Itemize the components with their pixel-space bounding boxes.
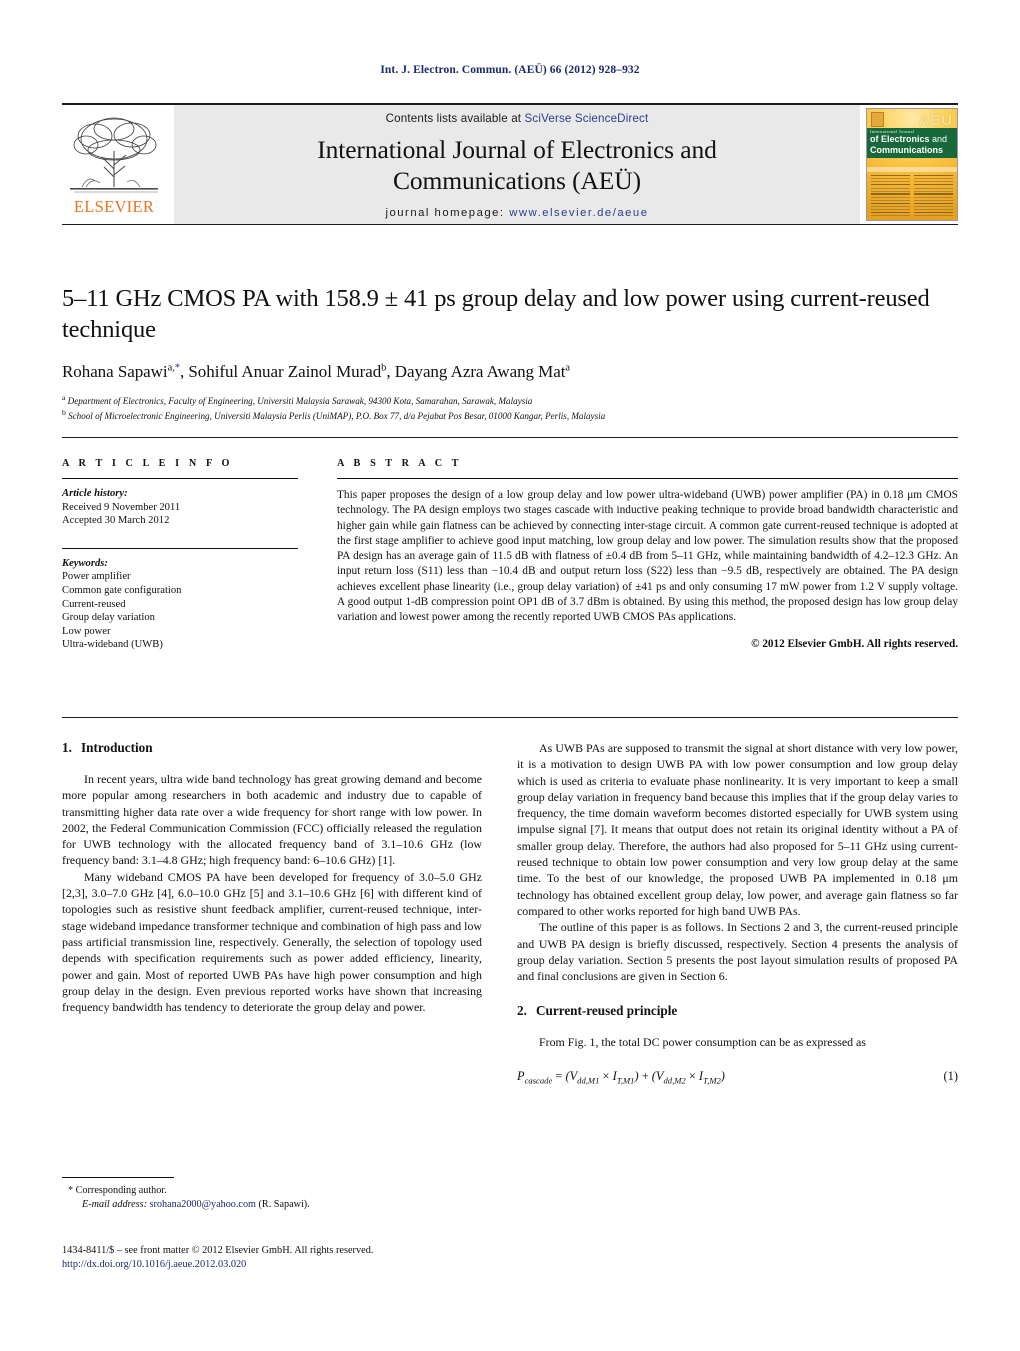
abstract-heading: A B S T R A C T — [337, 458, 463, 469]
paper-page: Int. J. Electron. Commun. (AEÜ) 66 (2012… — [0, 0, 1020, 1351]
affiliation-mark: a — [62, 393, 66, 402]
cover-contents-preview — [871, 175, 953, 216]
article-info-column: A R T I C L E I N F O Article history: R… — [62, 458, 298, 652]
abstract-text: This paper proposes the design of a low … — [337, 489, 958, 624]
journal-homepage-link[interactable]: www.elsevier.de/aeue — [509, 207, 648, 219]
equation-number: (1) — [943, 1068, 958, 1083]
masthead-center: Contents lists available at SciVerse Sci… — [174, 105, 860, 224]
abstract-rule — [337, 478, 958, 479]
author-name: Dayang Azra Awang Mat — [394, 362, 566, 381]
paragraph: From Fig. 1, the total DC power consumpt… — [539, 1035, 866, 1050]
cover-col-left — [871, 175, 910, 216]
journal-title-line1: International Journal of Electronics and — [317, 135, 717, 164]
corresponding-author-marker: ,* — [172, 362, 180, 374]
body-column-left: 1. Introduction In recent years, ultra wi… — [62, 740, 482, 1015]
author-affil-mark: a — [565, 362, 571, 374]
info-band-bottom-rule — [62, 717, 958, 718]
paragraph: As UWB PAs are supposed to transmit the … — [517, 741, 958, 918]
cover-elsevier-mark-icon — [871, 112, 884, 127]
author-name: Rohana Sapawi — [62, 362, 168, 381]
page-title: 5–11 GHz CMOS PA with 158.9 ± 41 ps grou… — [62, 285, 930, 343]
cover-aeu-logo: AEU — [918, 112, 953, 129]
email-label: E-mail address: — [82, 1198, 147, 1210]
body-column-right: As UWB PAs are supposed to transmit the … — [517, 740, 958, 1085]
elsevier-logo: ELSEVIER — [62, 105, 174, 224]
footnote-block: * Corresponding author. E-mail address: … — [62, 1177, 482, 1212]
paragraph: In recent years, ultra wide band technol… — [62, 772, 482, 868]
homepage-prefix: journal homepage: — [385, 207, 505, 219]
affiliation-list: a Department of Electronics, Faculty of … — [62, 392, 958, 423]
footnote-rule — [62, 1177, 174, 1178]
abstract-column: A B S T R A C T This paper proposes the … — [337, 458, 958, 650]
email-link[interactable]: srohana2000@yahoo.com — [150, 1199, 256, 1210]
author-list: Rohana Sapawi a ,*, Sohiful Anuar Zainol M… — [62, 362, 958, 382]
elsevier-tree-icon — [62, 109, 166, 201]
journal-cover-thumbnail: AEU International Journal of Electronics… — [860, 105, 958, 224]
affiliation-item: a Department of Electronics, Faculty of … — [62, 392, 958, 407]
elsevier-wordmark: ELSEVIER — [73, 197, 155, 216]
equation-body: Pcascade = (Vdd,M1 × IT,M1) + (Vdd,M2 × … — [517, 1068, 725, 1086]
corresponding-author-line: * Corresponding author. — [68, 1185, 167, 1196]
section-number: 2. — [517, 1003, 527, 1019]
author-separator: , — [386, 362, 395, 381]
cover-title-line1: of Electronics and — [870, 134, 954, 145]
keyword-item: Power amplifier — [62, 571, 131, 583]
doi-link[interactable]: http://dx.doi.org/10.1016/j.aeue.2012.03… — [62, 1259, 246, 1270]
journal-masthead: ELSEVIER Contents lists available at Sci… — [62, 103, 958, 225]
section-title: Introduction — [81, 740, 153, 755]
keyword-item: Low power — [62, 625, 111, 637]
imprint-line: 1434-8411/$ – see front matter © 2012 El… — [62, 1245, 374, 1256]
sciencedirect-link[interactable]: SciVerse ScienceDirect — [525, 112, 649, 125]
keyword-item: Common gate configuration — [62, 584, 182, 596]
journal-homepage-line: journal homepage: www.elsevier.de/aeue — [385, 207, 648, 219]
corresponding-author-note: * Corresponding author. E-mail address: … — [62, 1184, 482, 1212]
article-history-label: Article history: — [62, 488, 128, 499]
email-suffix: (R. Sapawi). — [258, 1198, 310, 1210]
cover-title-band: International Journal of Electronics and… — [867, 128, 957, 158]
article-info-heading: A R T I C L E I N F O — [62, 458, 234, 469]
article-history: Article history: Received 9 November 201… — [62, 487, 298, 528]
journal-title: International Journal of Electronics and… — [317, 134, 717, 196]
section-title: Current-reused principle — [536, 1003, 678, 1019]
email-line: E-mail address: srohana2000@yahoo.com (R… — [62, 1198, 482, 1212]
contents-prefix: Contents lists available at — [385, 112, 525, 125]
section-number: 1. — [62, 740, 72, 755]
keyword-item: Group delay variation — [62, 612, 155, 624]
keywords-rule — [62, 547, 298, 549]
keywords-block: Keywords: Power amplifier Common gate co… — [62, 547, 298, 652]
paragraph: The outline of this paper is as follows.… — [517, 920, 958, 984]
cover-title-line2: Communications — [870, 145, 944, 155]
section-heading-introduction: 1. Introduction — [62, 740, 482, 756]
affiliation-text: Department of Electronics, Faculty of En… — [67, 396, 533, 407]
keyword-item: Current-reused — [62, 598, 126, 610]
article-info-rule — [62, 478, 298, 479]
imprint-block: 1434-8411/$ – see front matter © 2012 El… — [62, 1244, 582, 1273]
affiliation-mark: b — [62, 408, 66, 418]
journal-title-line2: Communications (AEÜ) — [392, 166, 641, 195]
author-name: Sohiful Anuar Zainol Murad — [188, 362, 382, 381]
article-history-accepted: Accepted 30 March 2012 — [62, 515, 170, 527]
title-block: 5–11 GHz CMOS PA with 158.9 ± 41 ps grou… — [62, 283, 958, 423]
info-band-top-rule — [62, 437, 958, 438]
running-head: Int. J. Electron. Commun. (AEÜ) 66 (2012… — [380, 64, 640, 76]
abstract-copyright: © 2012 Elsevier GmbH. All rights reserve… — [751, 637, 958, 650]
cover-title-thin: and — [932, 134, 948, 144]
contents-line: Contents lists available at SciVerse Sci… — [386, 112, 649, 125]
article-history-received: Received 9 November 2011 — [62, 501, 181, 513]
cover-col-right — [914, 175, 953, 216]
cover-title-bold: of Electronics — [870, 134, 930, 144]
keywords-label: Keywords: — [62, 557, 108, 569]
cover-divider — [867, 167, 957, 172]
affiliation-item: b School of Microelectronic Engineering,… — [62, 407, 958, 422]
section-heading-current-reused: 2. Current-reused principle — [517, 1003, 958, 1019]
paragraph: Many wideband CMOS PA have been develope… — [62, 869, 482, 1015]
affiliation-text: School of Microelectronic Engineering, U… — [68, 411, 606, 422]
keyword-item: Ultra-wideband (UWB) — [62, 639, 163, 651]
equation-1: Pcascade = (Vdd,M1 × IT,M1) + (Vdd,M2 × … — [517, 1069, 958, 1085]
